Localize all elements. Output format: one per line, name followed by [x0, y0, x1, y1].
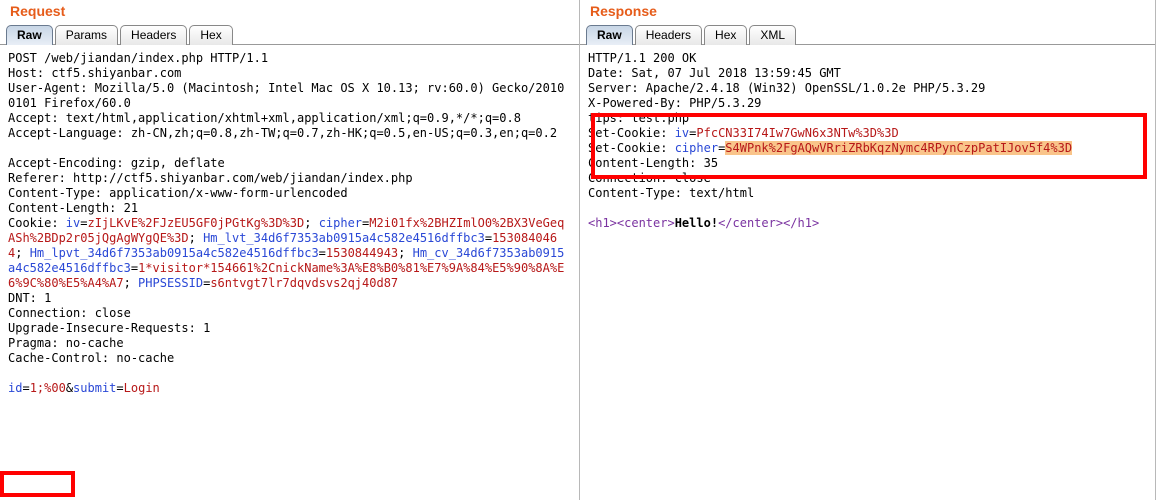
response-tabbar: RawHeadersHexXML: [580, 24, 1155, 45]
request-panel: Request RawParamsHeadersHex POST /web/ji…: [0, 0, 580, 500]
raw-line: Cache-Control: no-cache: [8, 351, 571, 366]
raw-line: Accept: text/html,application/xhtml+xml,…: [8, 111, 571, 126]
tab-headers[interactable]: Headers: [120, 25, 187, 45]
raw-line: Content-Length: 35: [588, 156, 1147, 171]
tab-params[interactable]: Params: [55, 25, 118, 45]
response-title: Response: [580, 0, 1155, 24]
response-panel: Response RawHeadersHexXML HTTP/1.1 200 O…: [580, 0, 1156, 500]
raw-line: Content-Type: application/x-www-form-url…: [8, 186, 571, 201]
raw-line: Accept-Language: zh-CN,zh;q=0.8,zh-TW;q=…: [8, 126, 571, 141]
raw-line: User-Agent: Mozilla/5.0 (Macintosh; Inte…: [8, 81, 571, 111]
raw-line: Referer: http://ctf5.shiyanbar.com/web/j…: [8, 171, 571, 186]
raw-line: Host: ctf5.shiyanbar.com: [8, 66, 571, 81]
response-raw-content[interactable]: HTTP/1.1 200 OKDate: Sat, 07 Jul 2018 13…: [580, 45, 1155, 500]
raw-line: Pragma: no-cache: [8, 336, 571, 351]
tab-raw[interactable]: Raw: [6, 25, 53, 45]
raw-line: DNT: 1: [8, 291, 571, 306]
tab-raw[interactable]: Raw: [586, 25, 633, 45]
raw-line: Connection: close: [8, 306, 571, 321]
raw-line: POST /web/jiandan/index.php HTTP/1.1: [8, 51, 571, 66]
raw-line: X-Powered-By: PHP/5.3.29: [588, 96, 1147, 111]
raw-line: HTTP/1.1 200 OK: [588, 51, 1147, 66]
raw-line: <h1><center>Hello!</center></h1>: [588, 216, 1147, 231]
request-tabbar: RawParamsHeadersHex: [0, 24, 579, 45]
http-inspector: Request RawParamsHeadersHex POST /web/ji…: [0, 0, 1156, 500]
raw-line: id=1;%00&submit=Login: [8, 381, 571, 396]
request-title: Request: [0, 0, 579, 24]
raw-line: Content-Type: text/html: [588, 186, 1147, 201]
raw-line: Date: Sat, 07 Jul 2018 13:59:45 GMT: [588, 66, 1147, 81]
raw-line: tips: test.php: [588, 111, 1147, 126]
raw-line: Set-Cookie: cipher=S4WPnk%2FgAQwVRriZRbK…: [588, 141, 1147, 156]
raw-line: [588, 201, 1147, 216]
raw-line: Connection: close: [588, 171, 1147, 186]
tab-xml[interactable]: XML: [749, 25, 796, 45]
raw-line: [8, 141, 571, 156]
tab-hex[interactable]: Hex: [704, 25, 747, 45]
request-raw-content[interactable]: POST /web/jiandan/index.php HTTP/1.1Host…: [0, 45, 579, 500]
raw-line: Upgrade-Insecure-Requests: 1: [8, 321, 571, 336]
raw-line: Set-Cookie: iv=PfcCN33I74Iw7GwN6x3NTw%3D…: [588, 126, 1147, 141]
raw-line: Cookie: iv=zIjLKvE%2FJzEU5GF0jPGtKg%3D%3…: [8, 216, 571, 291]
raw-line: Accept-Encoding: gzip, deflate: [8, 156, 571, 171]
raw-line: Content-Length: 21: [8, 201, 571, 216]
raw-line: Server: Apache/2.4.18 (Win32) OpenSSL/1.…: [588, 81, 1147, 96]
raw-line: [8, 366, 571, 381]
tab-hex[interactable]: Hex: [189, 25, 232, 45]
tab-headers[interactable]: Headers: [635, 25, 702, 45]
